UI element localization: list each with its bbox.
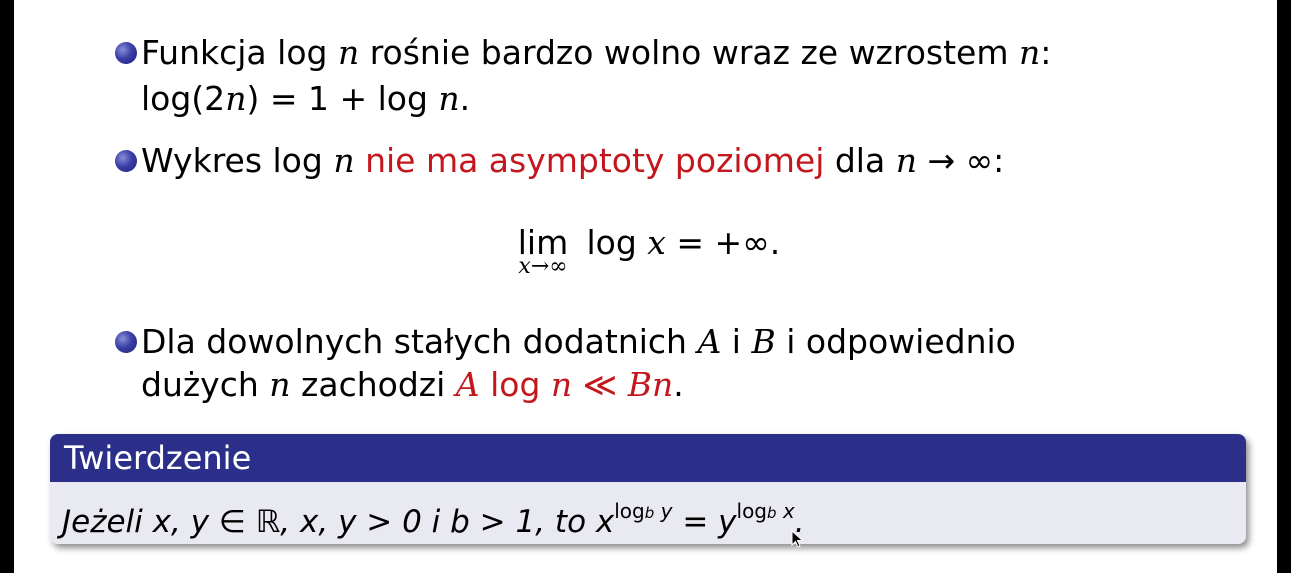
lim-operator: lim x→∞ bbox=[510, 222, 576, 278]
text: . bbox=[673, 365, 684, 404]
text: Jeżeli x, y ∈ ℝ, x, y > 0 i b > 1, to x bbox=[62, 504, 615, 540]
text: . bbox=[459, 79, 471, 118]
text: log bbox=[277, 33, 328, 72]
highlighted-text: ≪ bbox=[572, 365, 628, 404]
bullet-3-line-1: Dla dowolnych stałych dodatnich A i B i … bbox=[141, 321, 1016, 363]
bullet-marker bbox=[115, 42, 137, 64]
superscript: logb x bbox=[737, 499, 795, 523]
bullet-2-line-1: Wykres log n nie ma asymptoty poziomej d… bbox=[141, 140, 1004, 182]
math-var: n bbox=[269, 365, 291, 404]
bullet-3-line-2: dużych n zachodzi A log n ≪ Bn. bbox=[141, 364, 684, 406]
text: log bbox=[576, 223, 648, 262]
theorem-body: Jeżeli x, y ∈ ℝ, x, y > 0 i b > 1, to xl… bbox=[50, 482, 1246, 544]
limit-formula: lim x→∞ log x = +∞. bbox=[510, 222, 781, 278]
text: log(2 bbox=[141, 79, 226, 118]
math-var: n bbox=[225, 79, 247, 118]
math-var: B bbox=[751, 322, 776, 361]
right-border bbox=[1277, 0, 1291, 573]
theorem-title: Twierdzenie bbox=[50, 434, 1246, 482]
text: Dla dowolnych stałych dodatnich bbox=[141, 322, 698, 361]
text: zachodzi bbox=[290, 365, 456, 404]
bullet-marker bbox=[115, 331, 137, 353]
theorem-block: Twierdzenie Jeżeli x, y ∈ ℝ, x, y > 0 i … bbox=[50, 434, 1246, 544]
bullet-marker bbox=[115, 150, 137, 172]
text: dużych bbox=[141, 365, 270, 404]
subscript: b bbox=[644, 504, 655, 522]
mouse-pointer-icon bbox=[791, 530, 804, 548]
text: i odpowiednio bbox=[775, 322, 1016, 361]
slide: Funkcja log n rośnie bardzo wolno wraz z… bbox=[0, 0, 1291, 573]
text: log bbox=[614, 499, 645, 523]
text: rośnie bardzo wolno wraz ze wzrostem bbox=[359, 33, 1019, 72]
text: → ∞: bbox=[916, 141, 1005, 180]
highlighted-text: log bbox=[479, 365, 551, 404]
highlighted-math: Bn bbox=[627, 365, 674, 404]
subscript: b bbox=[767, 504, 777, 522]
math-var: n bbox=[895, 141, 917, 180]
text: i bbox=[721, 322, 752, 361]
text: : bbox=[1040, 33, 1052, 72]
text: Funkcja bbox=[141, 33, 278, 72]
text: = +∞. bbox=[665, 223, 781, 262]
math-var: n bbox=[327, 33, 360, 72]
highlighted-math: A bbox=[455, 365, 480, 404]
highlighted-text: nie ma asymptoty poziomej bbox=[354, 141, 825, 180]
math-var: x bbox=[647, 223, 666, 262]
left-border bbox=[0, 0, 14, 573]
lim-subscript: x→∞ bbox=[518, 254, 568, 279]
text: = y bbox=[672, 504, 737, 540]
bullet-1-line-1: Funkcja log n rośnie bardzo wolno wraz z… bbox=[141, 32, 1051, 74]
text: ) = 1 + log bbox=[246, 79, 439, 118]
math-var: n bbox=[333, 141, 355, 180]
highlighted-math: n bbox=[550, 365, 573, 404]
text: y bbox=[654, 499, 673, 523]
text: log bbox=[736, 499, 768, 523]
text: dla bbox=[824, 141, 896, 180]
bullet-1-line-2: log(2n) = 1 + log n. bbox=[141, 78, 470, 120]
text: x bbox=[776, 499, 795, 523]
math-var: A bbox=[697, 322, 722, 361]
math-var: n bbox=[1018, 33, 1041, 72]
text: Wykres log bbox=[141, 141, 334, 180]
math-var: n bbox=[438, 79, 460, 118]
superscript: logb y bbox=[614, 499, 672, 523]
